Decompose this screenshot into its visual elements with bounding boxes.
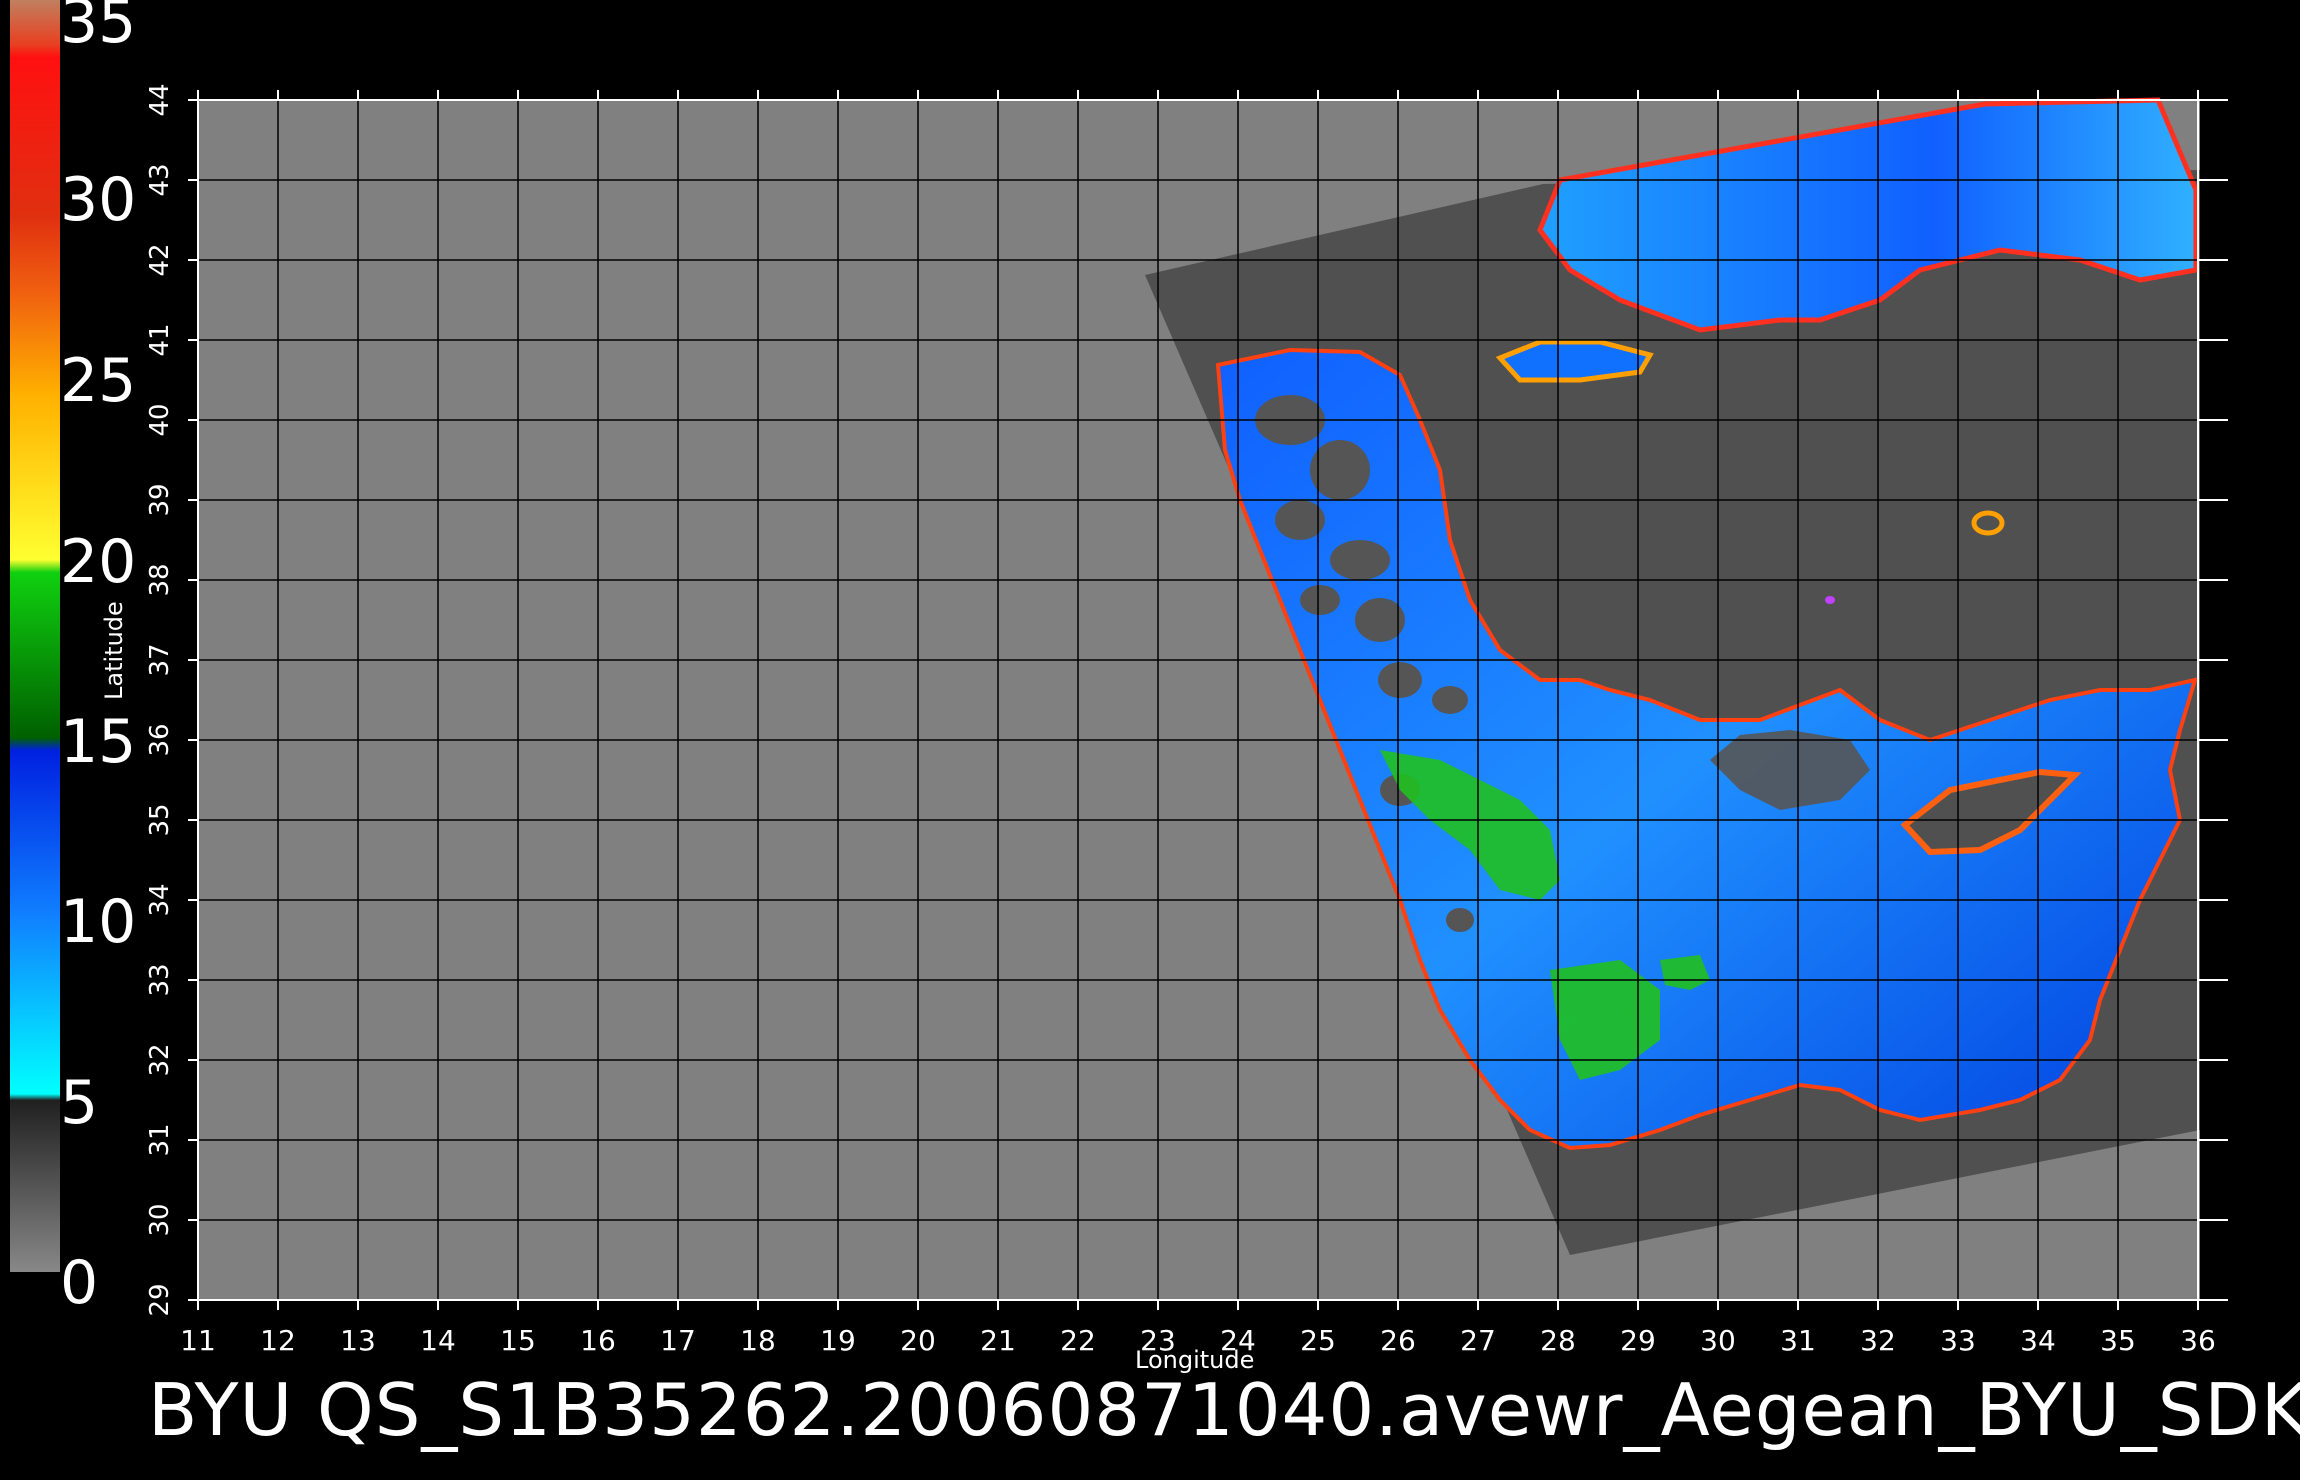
longitude-tick-label: 22 xyxy=(1060,1324,1096,1357)
latitude-tick-label: 29 xyxy=(145,1283,175,1316)
colorbar-label-20: 20 xyxy=(60,527,137,597)
latitude-tick-label: 30 xyxy=(145,1203,175,1236)
latitude-tick-label: 42 xyxy=(145,243,175,276)
longitude-tick-label: 19 xyxy=(820,1324,856,1357)
latitude-tick-label: 35 xyxy=(145,803,175,836)
latitude-tick-label: 34 xyxy=(145,883,175,916)
latitude-tick-label: 41 xyxy=(145,323,175,356)
longitude-tick-label: 14 xyxy=(420,1324,456,1357)
longitude-tick-label: 15 xyxy=(500,1324,536,1357)
longitude-tick-label: 20 xyxy=(900,1324,936,1357)
colorbar-label-5: 5 xyxy=(60,1068,99,1138)
latitude-tick-label: 37 xyxy=(145,643,175,676)
colorbar-label-25: 25 xyxy=(60,346,137,416)
sea-of-marmara xyxy=(1495,339,1654,383)
map-figure: 11 12 13 14 15 16 17 18 19 20 21 22 23 24 25 26 27 28 29 30… xyxy=(10,0,2228,1357)
y-axis-title: Latitude xyxy=(100,601,128,700)
longitude-tick-label: 13 xyxy=(340,1324,376,1357)
latitude-tick-label: 31 xyxy=(145,1123,175,1156)
latitude-tick-label: 36 xyxy=(145,723,175,756)
colorbar xyxy=(10,0,60,1272)
longitude-tick-label: 35 xyxy=(2100,1324,2136,1357)
longitude-tick-label: 27 xyxy=(1460,1324,1496,1357)
longitude-tick-label: 17 xyxy=(660,1324,696,1357)
longitude-tick-label: 32 xyxy=(1860,1324,1896,1357)
latitude-tick-label: 38 xyxy=(145,563,175,596)
colorbar-label-30: 30 xyxy=(60,165,137,235)
longitude-tick-label: 36 xyxy=(2180,1324,2216,1357)
longitude-tick-label: 12 xyxy=(260,1324,296,1357)
longitude-tick-label: 29 xyxy=(1620,1324,1656,1357)
colorbar-label-0: 0 xyxy=(60,1248,99,1318)
longitude-tick-label: 31 xyxy=(1780,1324,1816,1357)
latitude-tick-label: 33 xyxy=(145,963,175,996)
longitude-tick-label: 11 xyxy=(180,1324,216,1357)
colorbar-label-35: 35 xyxy=(60,0,137,57)
latitude-tick-label: 40 xyxy=(145,403,175,436)
longitude-tick-label: 34 xyxy=(2020,1324,2056,1357)
colorbar-label-15: 15 xyxy=(60,707,137,777)
longitude-tick-label: 33 xyxy=(1940,1324,1976,1357)
latitude-tick-label: 43 xyxy=(145,163,175,196)
longitude-tick-label: 28 xyxy=(1540,1324,1576,1357)
longitude-tick-label: 26 xyxy=(1380,1324,1416,1357)
small-island xyxy=(1825,596,1835,604)
latitude-tick-label: 39 xyxy=(145,483,175,516)
small-island xyxy=(1971,510,2005,536)
figure-title: BYU QS_S1B35262.20060871040.avewr_Aegean… xyxy=(148,1368,2300,1452)
latitude-tick-label: 32 xyxy=(145,1043,175,1076)
longitude-tick-label: 25 xyxy=(1300,1324,1336,1357)
longitude-tick-label: 21 xyxy=(980,1324,1016,1357)
latitude-tick-labels: 29 30 31 32 33 34 35 36 37 38 39 40 41 42 43 44 xyxy=(145,83,175,1316)
longitude-tick-label: 30 xyxy=(1700,1324,1736,1357)
latitude-tick-label: 44 xyxy=(145,83,175,116)
colorbar-label-10: 10 xyxy=(60,887,137,957)
longitude-tick-label: 18 xyxy=(740,1324,776,1357)
longitude-tick-label: 16 xyxy=(580,1324,616,1357)
